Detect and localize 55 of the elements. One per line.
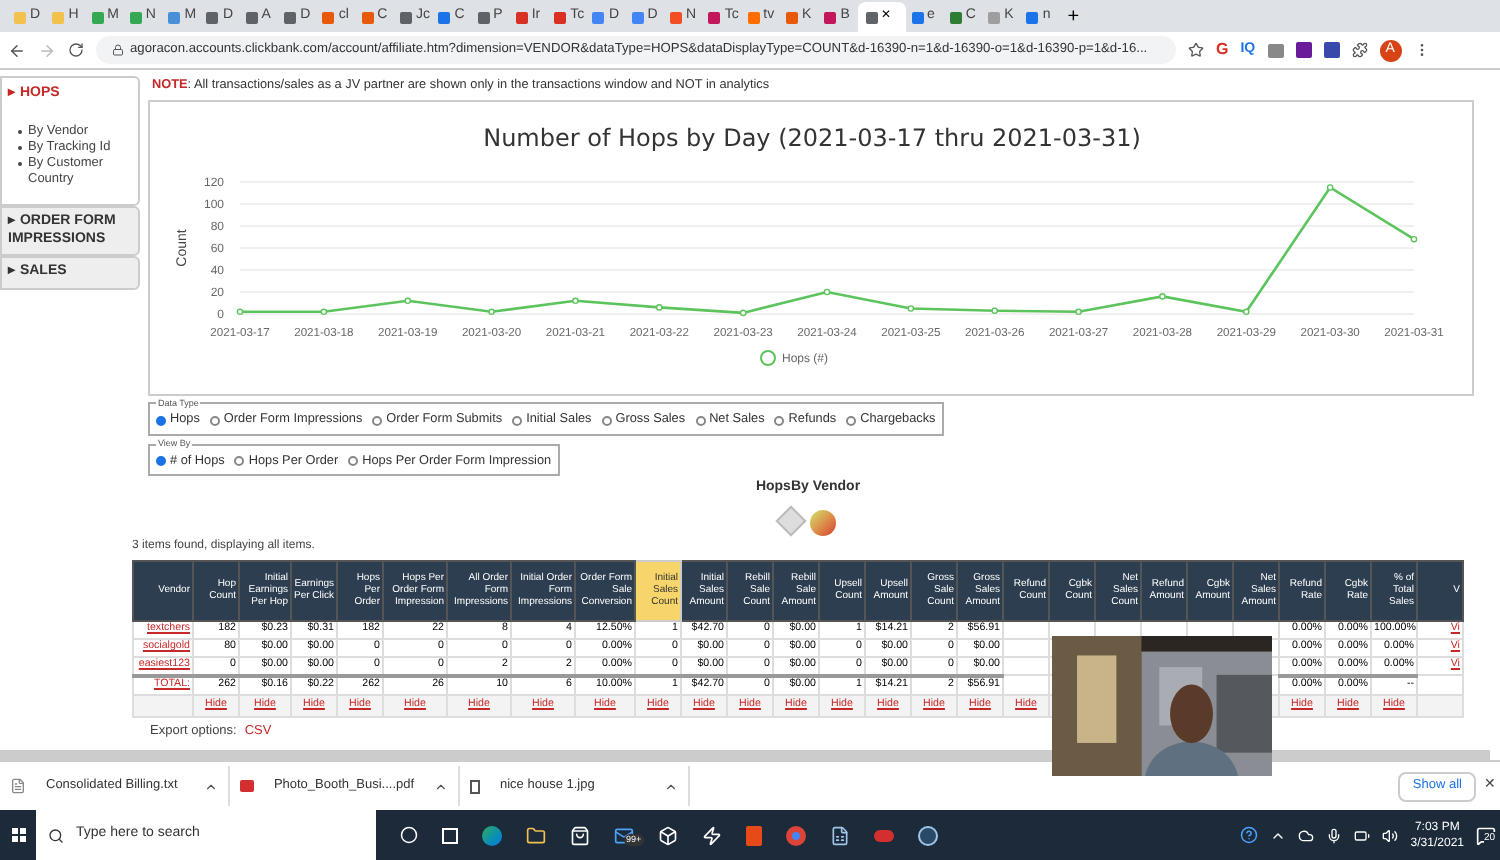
bookmark-star-icon[interactable] [1188,42,1204,58]
box-icon[interactable] [658,825,678,845]
data-point [656,303,663,310]
data-point [1326,183,1334,190]
radio-button[interactable] [209,415,220,426]
help-icon[interactable] [1240,826,1259,844]
microphone-icon[interactable] [1326,827,1343,843]
radio-button[interactable] [372,415,383,426]
reload-icon[interactable] [68,42,84,58]
radio-button[interactable] [695,415,706,426]
extensions-icon[interactable] [1351,42,1368,58]
data-point [907,304,915,311]
data-point [572,296,579,304]
chevron-up-icon[interactable] [664,779,678,793]
radio-button[interactable] [846,415,857,426]
data-point [404,296,411,304]
data-point [1243,307,1250,315]
legend-marker-icon[interactable] [760,349,776,366]
folder-icon[interactable] [526,825,546,845]
new-tab-button[interactable]: + [1067,4,1080,32]
chevron-up-icon[interactable] [434,779,448,793]
extension-icon[interactable]: G [1216,38,1229,62]
chevron-up-icon[interactable] [204,779,218,793]
radio-button[interactable] [601,415,612,426]
radio-button[interactable] [234,456,245,467]
data-point [320,307,328,315]
task-view-icon[interactable] [442,827,458,843]
search-icon [48,827,64,843]
radio-button[interactable] [348,456,359,467]
lock-icon [112,44,124,56]
pdf-file-icon [240,780,254,792]
notepad-icon[interactable] [830,825,850,845]
battery-icon[interactable] [1354,827,1371,843]
bag-icon[interactable] [570,825,590,845]
bolt-icon[interactable] [702,825,722,845]
image-file-icon [470,779,480,793]
record-icon[interactable] [918,825,938,845]
cloud-icon[interactable] [1298,827,1315,843]
data-point [1410,235,1418,242]
volume-icon[interactable] [1382,827,1399,843]
cortana-circle-icon[interactable] [400,826,418,844]
data-point [739,308,747,316]
radio-button[interactable] [512,415,523,426]
chart-title: Number of Hops by Day (2021-03-17 thru 2021-03-31) [483,123,1141,152]
data-point [1075,307,1082,315]
data-point [991,306,998,314]
data-point [236,307,244,315]
radio-button[interactable] [774,415,785,426]
data-point [1159,292,1166,299]
text-file-icon [10,778,26,794]
radio-button[interactable] [156,415,166,426]
data-point [488,307,495,315]
radio-button[interactable] [156,456,166,467]
data-point [823,287,831,295]
back-icon[interactable] [8,41,26,59]
